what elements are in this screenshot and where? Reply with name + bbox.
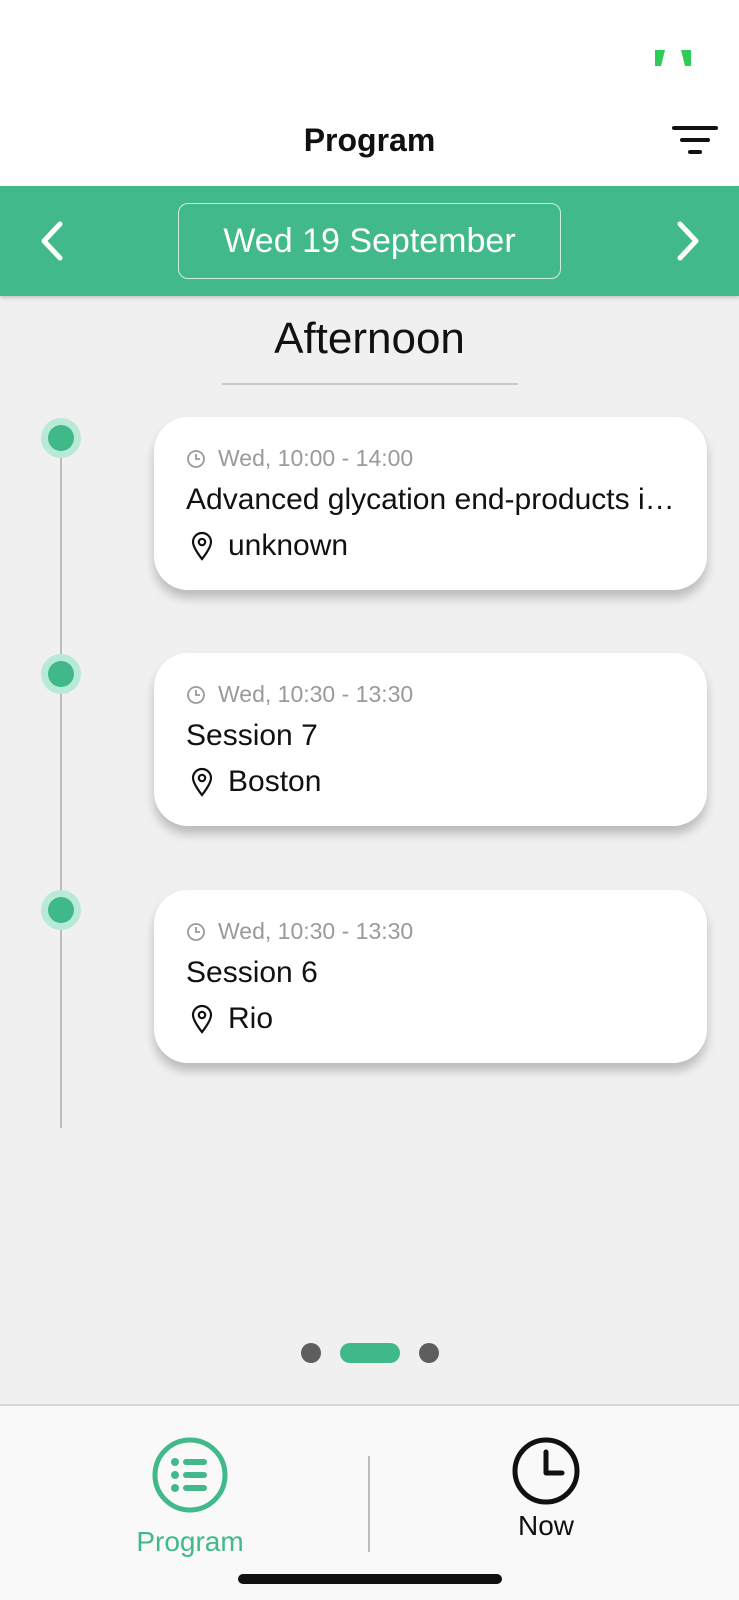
tab-now-label: Now [517,1510,574,1541]
filter-button[interactable] [672,126,722,158]
session-time: Wed, 10:30 - 13:30 [186,681,413,708]
filter-icon-line [688,150,702,154]
location-pin-icon [191,1004,213,1034]
chevron-left-icon[interactable] [28,216,78,266]
clock-icon [187,449,205,468]
battery-indicator-icon [655,50,691,66]
timeline-dot [41,890,81,930]
clock-icon [512,1437,580,1505]
timeline-line [60,436,62,1128]
session-location-text: Boston [228,765,322,798]
tab-bar: Program Now [0,1404,739,1600]
section-divider [222,383,518,385]
status-bar [0,0,739,100]
session-card[interactable]: Wed, 10:30 - 13:30 Session 7 Boston [154,653,707,826]
page-dot[interactable] [419,1343,439,1363]
session-title: Session 6 [186,956,318,989]
clock-icon [187,685,205,704]
session-time: Wed, 10:30 - 13:30 [186,918,413,945]
session-title: Advanced glycation end-products in human… [186,483,676,516]
session-location-text: Rio [228,1002,274,1035]
date-bar: Wed 19 September [0,186,739,296]
page-title: Program [303,122,436,158]
session-title: Session 7 [186,719,318,752]
timeline-dot [41,654,81,694]
session-location-text: unknown [228,529,349,562]
section-title: Afternoon [274,314,465,363]
location-pin-icon [191,531,213,561]
location-pin-icon [191,767,213,797]
page-dot[interactable] [301,1343,321,1363]
timeline-dot [41,418,81,458]
tab-program[interactable]: Program [70,1436,310,1566]
session-card[interactable]: Wed, 10:00 - 14:00 Advanced glycation en… [154,417,707,590]
date-selector[interactable]: Wed 19 September [178,203,561,279]
tab-now[interactable]: Now [426,1436,666,1566]
session-card[interactable]: Wed, 10:30 - 13:30 Session 6 Rio [154,890,707,1063]
clock-icon [187,922,205,941]
tab-divider [368,1456,370,1552]
session-time-text: Wed, 10:30 - 13:30 [218,918,414,944]
session-location: Rio [190,1002,273,1036]
chevron-right-icon[interactable] [662,216,712,266]
session-time-text: Wed, 10:00 - 14:00 [218,445,414,471]
session-time-text: Wed, 10:30 - 13:30 [218,681,414,707]
filter-icon-line [680,138,710,142]
nav-bar: Program [0,100,739,186]
page-dot-active[interactable] [340,1343,400,1363]
filter-icon [672,126,718,130]
session-location: unknown [190,529,348,563]
home-indicator [238,1574,502,1584]
session-time: Wed, 10:00 - 14:00 [186,445,413,472]
tab-program-label: Program [136,1526,244,1557]
session-location: Boston [190,765,321,799]
list-icon [152,1437,228,1513]
